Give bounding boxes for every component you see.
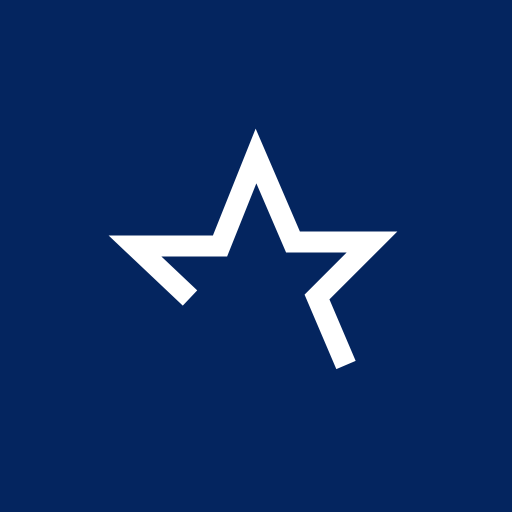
icon-background: [0, 0, 512, 512]
app-icon-svg: [0, 0, 512, 512]
app-icon-tile: [0, 0, 512, 512]
